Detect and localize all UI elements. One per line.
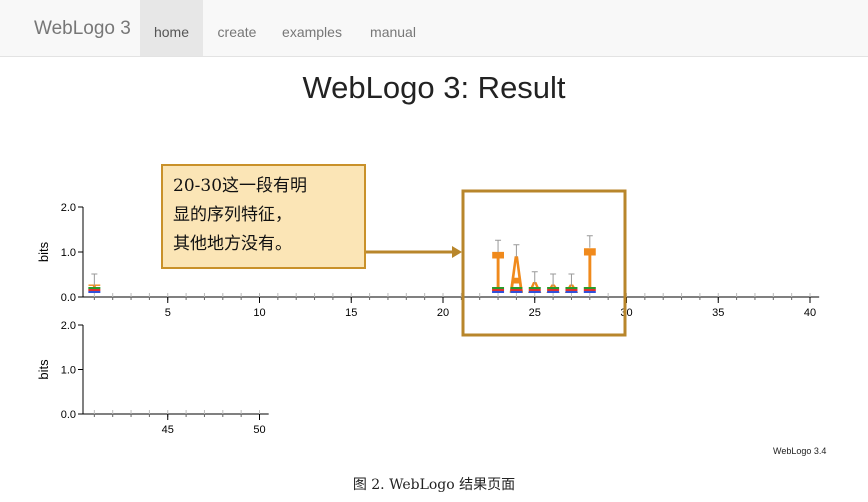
y-axis-label: bits [36, 359, 51, 380]
minor-letter-stack [88, 291, 101, 293]
x-tick-label: 25 [529, 307, 541, 319]
minor-letter-stack [583, 289, 596, 291]
x-tick-label: 5 [165, 307, 171, 319]
x-tick-label: 35 [712, 307, 724, 319]
minor-letter-stack [88, 289, 101, 291]
y-tick-label: 2.0 [61, 320, 76, 332]
annotation-line-3: 其他地方没有。 [173, 234, 292, 254]
x-tick-label: 50 [253, 424, 265, 436]
minor-letter-stack [492, 291, 505, 293]
x-tick-label: 15 [345, 307, 357, 319]
minor-letter-stack [510, 291, 523, 293]
y-tick-label: 0.0 [61, 292, 76, 304]
annotation-line-1: 20-30这一段有明 [173, 176, 308, 196]
minor-letter-stack [547, 287, 560, 289]
minor-letter-stack [583, 291, 596, 293]
sequence-logo-chart: 0.01.02.0bits510152025303540TTAAAAT0.01.… [36, 189, 820, 436]
weblogo-credit: WebLogo 3.4 [773, 446, 827, 456]
minor-letter-stack [510, 289, 523, 291]
annotation-line-2: 显的序列特征， [173, 205, 292, 225]
annotation-arrowhead [452, 246, 462, 258]
x-tick-label: 40 [804, 307, 816, 319]
minor-letter-stack [510, 287, 523, 289]
y-tick-label: 2.0 [61, 202, 76, 214]
minor-letter-stack [565, 291, 578, 293]
logo-panel-2: 0.0 1.0 2.0 bits 45 50 [36, 320, 269, 436]
y-axis-label: bits [36, 241, 51, 262]
minor-letter-stack [528, 291, 541, 293]
x-tick-label: 10 [253, 307, 265, 319]
minor-letter-stack [528, 289, 541, 291]
minor-letter-stack [88, 287, 101, 289]
minor-letter-stack [492, 287, 505, 289]
annotation-note: 20-30这一段有明 显的序列特征， 其他地方没有。 [161, 164, 366, 269]
y-tick-label: 1.0 [61, 365, 76, 377]
y-tick-label: 0.0 [61, 409, 76, 421]
minor-letter-stack [565, 289, 578, 291]
y-tick-label: 1.0 [61, 247, 76, 259]
minor-letter-stack [547, 289, 560, 291]
minor-letter-stack [528, 287, 541, 289]
minor-letter-stack [583, 287, 596, 289]
minor-letter-stack [547, 291, 560, 293]
highlight-box [461, 189, 627, 337]
x-tick-label: 45 [162, 424, 174, 436]
figure-caption: 图 2. WebLogo 结果页面 [352, 477, 516, 493]
minor-letter-stack [565, 287, 578, 289]
logo-panel-1: 0.01.02.0bits510152025303540TTAAAAT [36, 202, 820, 319]
minor-letter-stack [492, 289, 505, 291]
x-tick-label: 20 [437, 307, 449, 319]
